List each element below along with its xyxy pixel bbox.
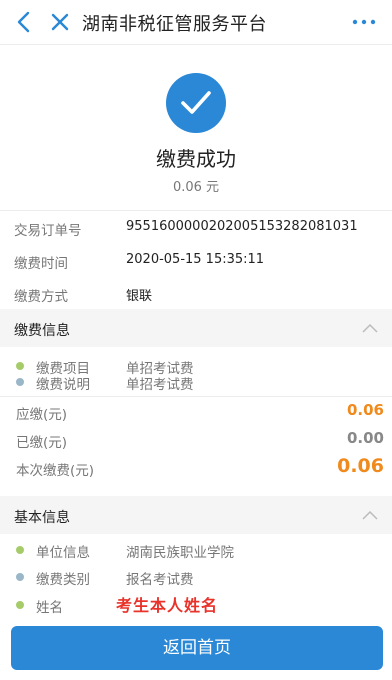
- detail-row: 缴费方式 银联: [0, 279, 392, 309]
- section-title: 基本信息: [14, 510, 70, 526]
- transaction-details: 交易订单号 955160000020200515328208103​1 缴费时间…: [0, 210, 392, 310]
- item-label: 缴费说明: [36, 377, 90, 393]
- payment-status: 缴费成功: [156, 147, 236, 171]
- amount-row: 应缴(元) 0.06: [0, 398, 392, 426]
- payment-time: 2020-05-15 15:35:11: [126, 252, 265, 267]
- return-home-button[interactable]: 返回首页: [11, 626, 383, 670]
- amount-due: 0.06: [346, 401, 384, 419]
- item-value: 单招考试费: [126, 377, 194, 393]
- bullet-dot: [16, 601, 24, 609]
- list-item: 缴费说明 单招考试费: [0, 372, 392, 393]
- close-icon[interactable]: [48, 9, 72, 35]
- item-label: 单位信息: [36, 545, 90, 561]
- detail-row: 交易订单号 955160000020200515328208103​1: [0, 213, 392, 243]
- more-options-icon[interactable]: [350, 12, 378, 32]
- item-label: 姓名: [36, 600, 63, 616]
- chevron-up-icon[interactable]: [362, 509, 378, 521]
- bullet-dot: [16, 378, 24, 386]
- amount-label: 应缴(元): [16, 407, 68, 423]
- amount-paid: 0.00: [346, 429, 384, 447]
- list-item: 单位信息 湖南民族职业学院: [0, 540, 392, 561]
- name-overlay-annotation: 考生本人姓名: [116, 596, 219, 615]
- bullet-dot: [16, 362, 24, 370]
- list-item: 缴费类别 报名考试费: [0, 567, 392, 588]
- detail-label: 缴费方式: [14, 289, 68, 305]
- back-arrow-icon[interactable]: [12, 9, 36, 35]
- item-label: 缴费类别: [36, 572, 90, 588]
- bullet-dot: [16, 546, 24, 554]
- payment-method: 银联: [126, 289, 153, 304]
- amount-label: 本次缴费(元): [16, 463, 95, 479]
- amount-this-payment: 0.06: [337, 455, 384, 477]
- top-bar: 湖南非税征管服务平台: [0, 0, 392, 44]
- success-check-icon: [166, 73, 226, 133]
- item-value: 湖南民族职业学院: [126, 545, 234, 561]
- section-title: 缴费信息: [14, 323, 70, 339]
- amount-row: 本次缴费(元) 0.06: [0, 454, 392, 482]
- payment-result-panel: 缴费成功 0.06 元: [0, 44, 392, 210]
- section-header-basic-info[interactable]: 基本信息: [0, 496, 392, 534]
- detail-label: 交易订单号: [14, 223, 82, 239]
- item-value: 报名考试费: [126, 572, 194, 588]
- payment-amount: 0.06 元: [172, 180, 220, 195]
- footer-bar: 返回首页: [0, 618, 392, 680]
- page-title: 湖南非税征管服务平台: [82, 14, 267, 35]
- section-header-payment-info[interactable]: 缴费信息: [0, 309, 392, 347]
- bullet-dot: [16, 573, 24, 581]
- detail-row: 缴费时间 2020-05-15 15:35:11: [0, 246, 392, 276]
- amount-row: 已缴(元) 0.00: [0, 426, 392, 454]
- chevron-up-icon[interactable]: [362, 322, 378, 334]
- divider: [0, 396, 392, 397]
- amount-label: 已缴(元): [16, 435, 68, 451]
- order-number: 955160000020200515328208103​1: [126, 219, 358, 234]
- detail-label: 缴费时间: [14, 256, 68, 272]
